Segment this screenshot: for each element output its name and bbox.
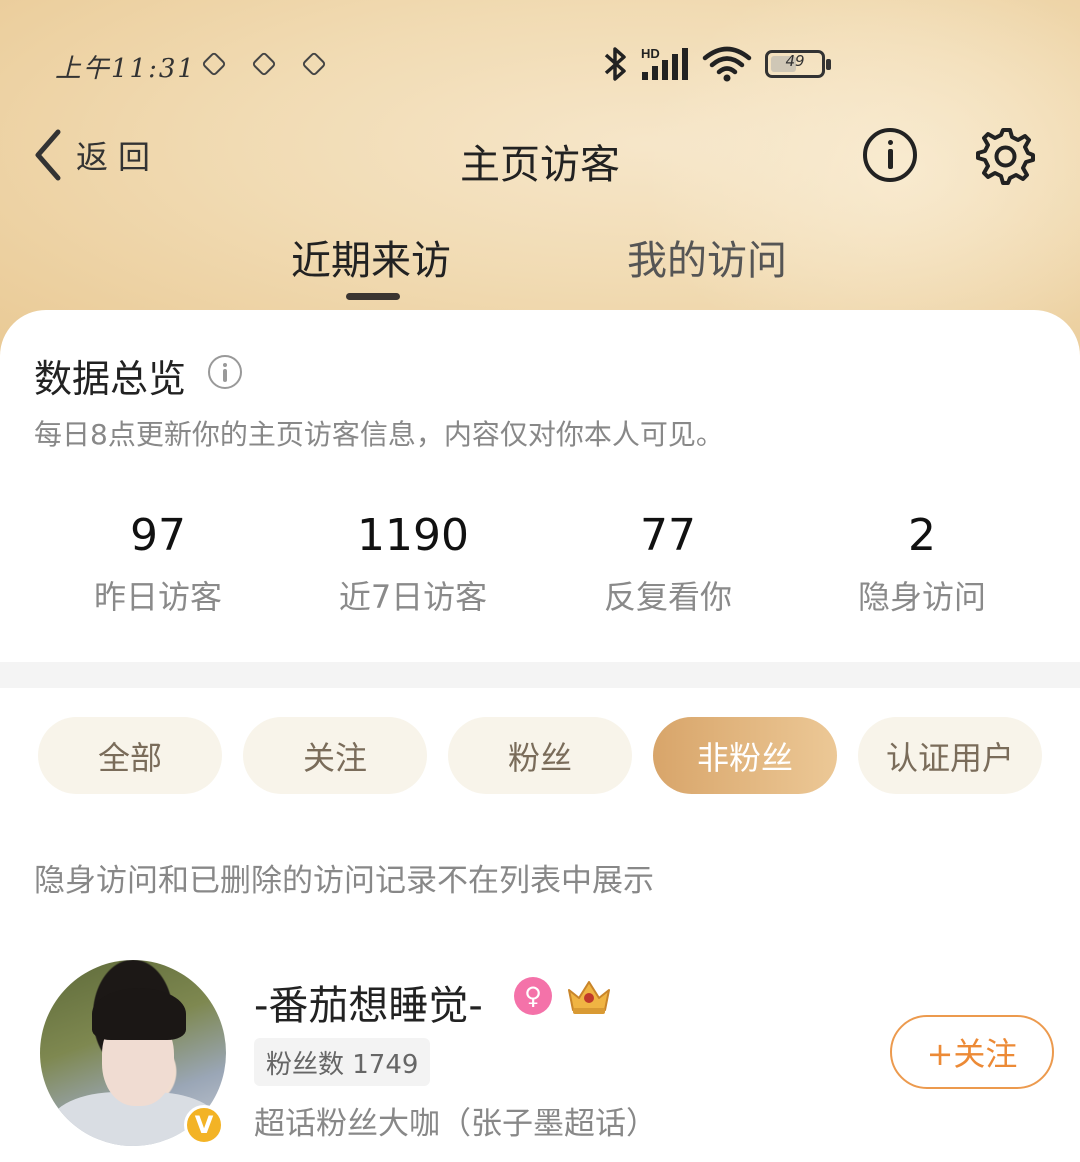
list-hint: 隐身访问和已删除的访问记录不在列表中展示 [34, 863, 654, 899]
section-divider [0, 662, 1080, 688]
stat-label: 隐身访问 [857, 578, 986, 616]
battery-icon: 49 [765, 50, 831, 78]
stat-value: 97 [130, 510, 186, 561]
overview-description: 每日8点更新你的主页访客信息，内容仅对你本人可见。 [34, 418, 724, 451]
wifi-icon [702, 46, 752, 82]
stat-yesterday[interactable]: 97 昨日访客 [28, 508, 288, 618]
svg-text:HD: HD [641, 46, 660, 61]
visitor-name[interactable]: -番茄想睡觉- [254, 973, 483, 1031]
tab-recent-visits[interactable]: 近期来访 [291, 228, 451, 286]
bluetooth-icon [604, 47, 626, 81]
page-title: 主页访客 [460, 142, 620, 188]
overview-title: 数据总览 [34, 357, 187, 401]
follow-button[interactable]: +关注 [890, 1015, 1054, 1089]
crown-icon [562, 974, 616, 1018]
signal-icon: HD [640, 44, 696, 88]
stat-hidden-visits[interactable]: 2 隐身访问 [792, 508, 1052, 618]
tab-indicator [346, 293, 400, 300]
stat-value: 1190 [357, 510, 469, 561]
stat-label: 反复看你 [603, 578, 732, 616]
filter-verified[interactable]: 认证用户 [858, 717, 1042, 794]
verified-badge-icon: V [184, 1105, 224, 1145]
status-time: 上午11:31 [55, 54, 196, 84]
stat-value: 77 [640, 510, 696, 561]
info-icon[interactable] [208, 355, 242, 389]
stat-last-7-days[interactable]: 1190 近7日访客 [283, 508, 543, 618]
female-icon: ♀ [514, 977, 552, 1015]
info-icon[interactable] [863, 128, 917, 182]
stat-label: 近7日访客 [338, 578, 488, 616]
tab-my-visits[interactable]: 我的访问 [627, 228, 787, 286]
visitor-description: 超话粉丝大咖（张子墨超话） [254, 1106, 657, 1142]
fans-count-tag: 粉丝数 1749 [254, 1038, 431, 1086]
filter-fans[interactable]: 粉丝 [448, 717, 632, 794]
stat-repeat-viewers[interactable]: 77 反复看你 [538, 508, 798, 618]
stat-label: 昨日访客 [93, 578, 222, 616]
gear-icon[interactable] [975, 125, 1035, 185]
filter-non-fans[interactable]: 非粉丝 [653, 717, 837, 794]
stat-value: 2 [908, 510, 936, 561]
filter-following[interactable]: 关注 [243, 717, 427, 794]
filter-all[interactable]: 全部 [38, 717, 222, 794]
